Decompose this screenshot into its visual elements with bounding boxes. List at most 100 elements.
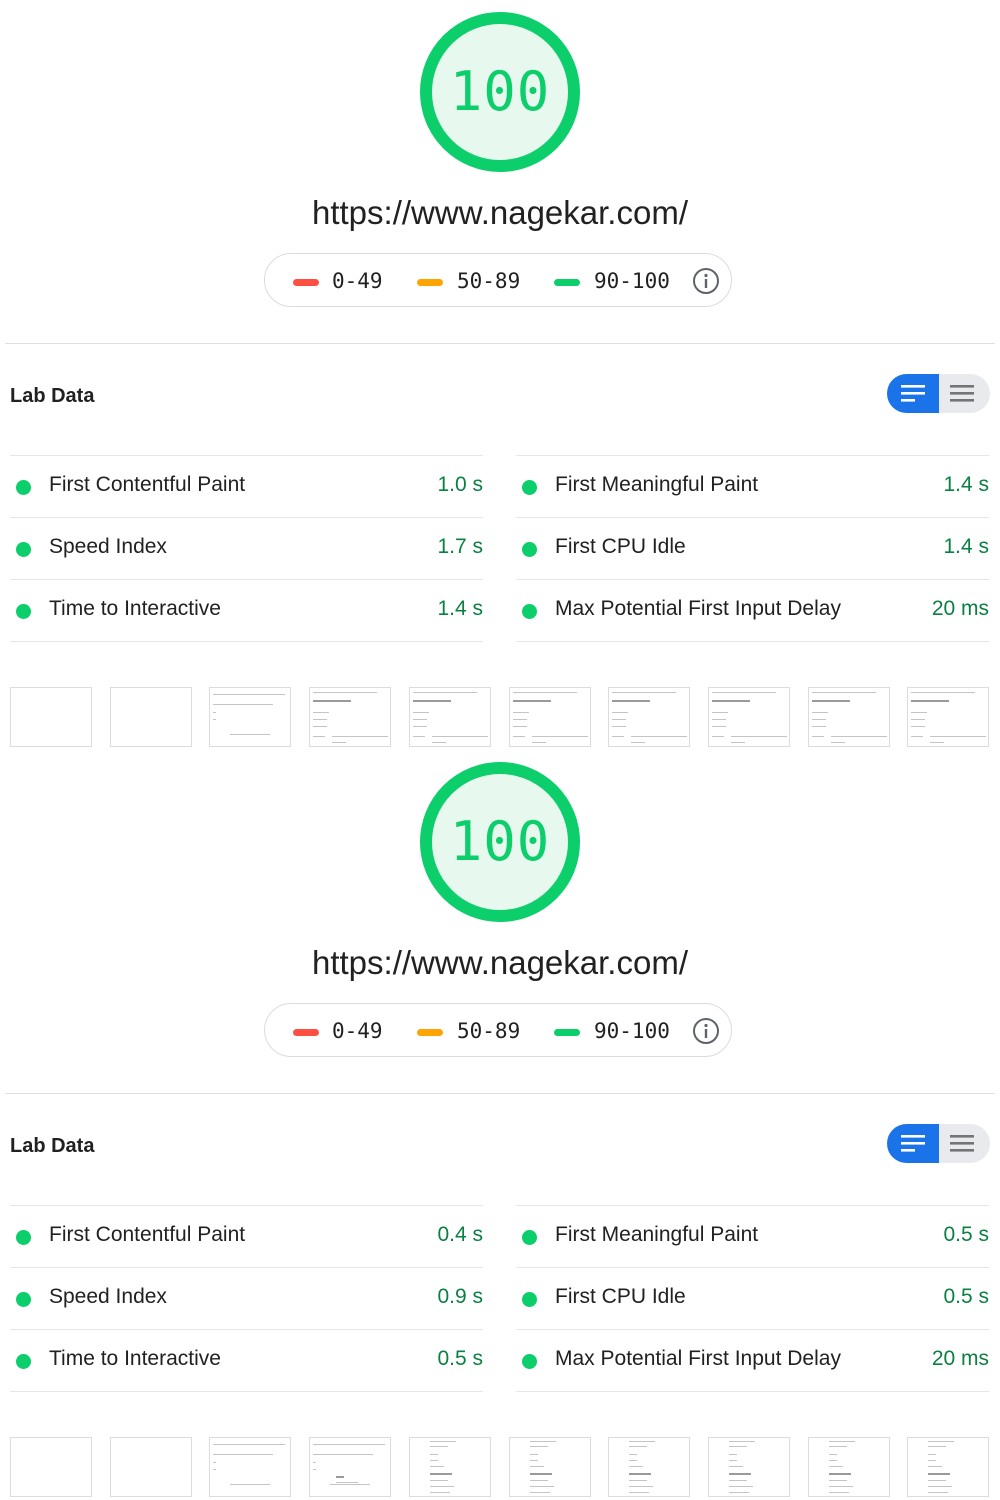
metric-value: 20 ms [931, 1347, 989, 1370]
summary-view-button[interactable] [887, 374, 939, 413]
thumbnail-content-line [631, 736, 688, 737]
thumbnail-content-line [928, 1473, 951, 1475]
info-icon[interactable] [692, 1017, 720, 1045]
pass-status-dot [522, 604, 537, 619]
thumbnail-content-line [828, 1454, 837, 1455]
metric-value: 0.9 s [437, 1285, 483, 1308]
filmstrip-frame [109, 1437, 192, 1497]
filmstrip-frame [807, 1437, 890, 1497]
thumbnail-content-line [631, 742, 646, 743]
thumbnail-content-line [928, 1454, 937, 1455]
filmstrip-frame [508, 1437, 591, 1497]
thumbnail-content-line [429, 1466, 444, 1467]
filmstrip-frame [608, 687, 691, 747]
thumbnail-content-line [928, 1492, 949, 1493]
thumbnail-content-line [412, 736, 425, 737]
thumbnail-content-line [930, 742, 945, 743]
thumbnail-content-line [213, 704, 274, 705]
performance-score: 100 [449, 810, 551, 873]
thumbnail-content-line [313, 1462, 317, 1463]
list-view-button[interactable] [939, 1124, 990, 1163]
thumbnail-content-line [911, 726, 926, 727]
section-divider [5, 1093, 995, 1094]
thumbnail-content-line [629, 1466, 644, 1467]
metrics-view-toggle[interactable] [887, 374, 990, 413]
filmstrip-frame [209, 687, 292, 747]
summary-view-button[interactable] [887, 1124, 939, 1163]
lab-data-heading: Lab Data [10, 385, 95, 407]
thumbnail-content-line [911, 700, 950, 702]
thumbnail-content-line [429, 1480, 448, 1481]
summary-view-icon [901, 1135, 925, 1152]
thumbnail-content-line [728, 1466, 743, 1467]
filmstrip-frame [608, 1437, 691, 1497]
thumbnail-content-line [213, 694, 286, 695]
thumbnail-content-line [711, 692, 776, 693]
thumbnail-content-line [828, 1486, 853, 1487]
thumbnail-content-line [512, 692, 577, 693]
info-icon[interactable] [692, 267, 720, 295]
list-view-button[interactable] [939, 374, 990, 413]
thumbnail-content-line [811, 736, 824, 737]
thumbnail-content-line [313, 1454, 374, 1455]
thumbnail-content-line [213, 1462, 217, 1463]
filmstrip-frame [807, 687, 890, 747]
thumbnail-content-line [213, 712, 217, 713]
thumbnail-content-line [928, 1446, 947, 1447]
thumbnail-content-line [336, 1476, 345, 1478]
metric-label: Speed Index [49, 535, 167, 558]
filmstrip-frame [707, 1437, 790, 1497]
fail-range-swatch [293, 279, 319, 286]
pass-range-swatch [554, 279, 580, 286]
tested-url: https://www.nagekar.com/ [311, 944, 688, 981]
thumbnail-content-line [336, 1482, 359, 1483]
thumbnail-content-line [529, 1460, 538, 1461]
metric-first-contentful-paint: First Contentful Paint 1.0 s [10, 455, 483, 517]
thumbnail-content-line [728, 1446, 747, 1447]
filmstrip-frame [408, 687, 491, 747]
metric-label: First CPU Idle [555, 1285, 686, 1308]
thumbnail-content-line [711, 719, 726, 720]
thumbnail-content-line [313, 719, 328, 720]
thumbnail-content-line [629, 1454, 638, 1455]
thumbnail-content-line [828, 1492, 849, 1493]
metric-label: First Meaningful Paint [555, 1223, 759, 1246]
filmstrip-frame [907, 687, 990, 747]
thumbnail-content-line [213, 1444, 286, 1445]
thumbnail-content-line [711, 736, 724, 737]
thumbnail-content-line [529, 1486, 554, 1487]
thumbnail-content-line [313, 726, 328, 727]
filmstrip-frame [309, 687, 392, 747]
thumbnail-content-line [930, 736, 987, 737]
pass-status-dot [16, 480, 31, 495]
thumbnail-content-line [830, 736, 887, 737]
thumbnail-content-line [928, 1486, 953, 1487]
filmstrip-frame [109, 687, 192, 747]
screenshot-filmstrip [0, 1437, 1000, 1499]
filmstrip-frame [508, 687, 591, 747]
thumbnail-content-line [213, 719, 217, 720]
thumbnail-content-line [811, 719, 826, 720]
pass-status-dot [522, 480, 537, 495]
metric-label: First Meaningful Paint [555, 473, 759, 496]
pass-status-dot [16, 1292, 31, 1307]
legend-pass-label: 90-100 [594, 269, 670, 293]
metric-value: 1.4 s [437, 597, 483, 620]
performance-score-gauge: 100 [418, 10, 582, 174]
metric-value: 0.4 s [437, 1223, 483, 1246]
summary-view-icon [901, 385, 925, 402]
metrics-view-toggle[interactable] [887, 1124, 990, 1163]
thumbnail-content-line [711, 726, 726, 727]
metric-label: First Contentful Paint [49, 1223, 246, 1246]
thumbnail-content-line [313, 1469, 317, 1470]
thumbnail-content-line [512, 726, 527, 727]
performance-score: 100 [449, 60, 551, 123]
thumbnail-content-line [330, 1484, 371, 1485]
metric-label: Max Potential First Input Delay [555, 597, 841, 620]
thumbnail-content-line [928, 1466, 943, 1467]
lab-metrics-grid: First Contentful Paint 0.4 s First Meani… [0, 1205, 1000, 1395]
thumbnail-content-line [828, 1473, 851, 1475]
thumbnail-content-line [612, 692, 677, 693]
metric-first-meaningful-paint: First Meaningful Paint 1.4 s [516, 455, 989, 517]
thumbnail-content-line [612, 726, 627, 727]
